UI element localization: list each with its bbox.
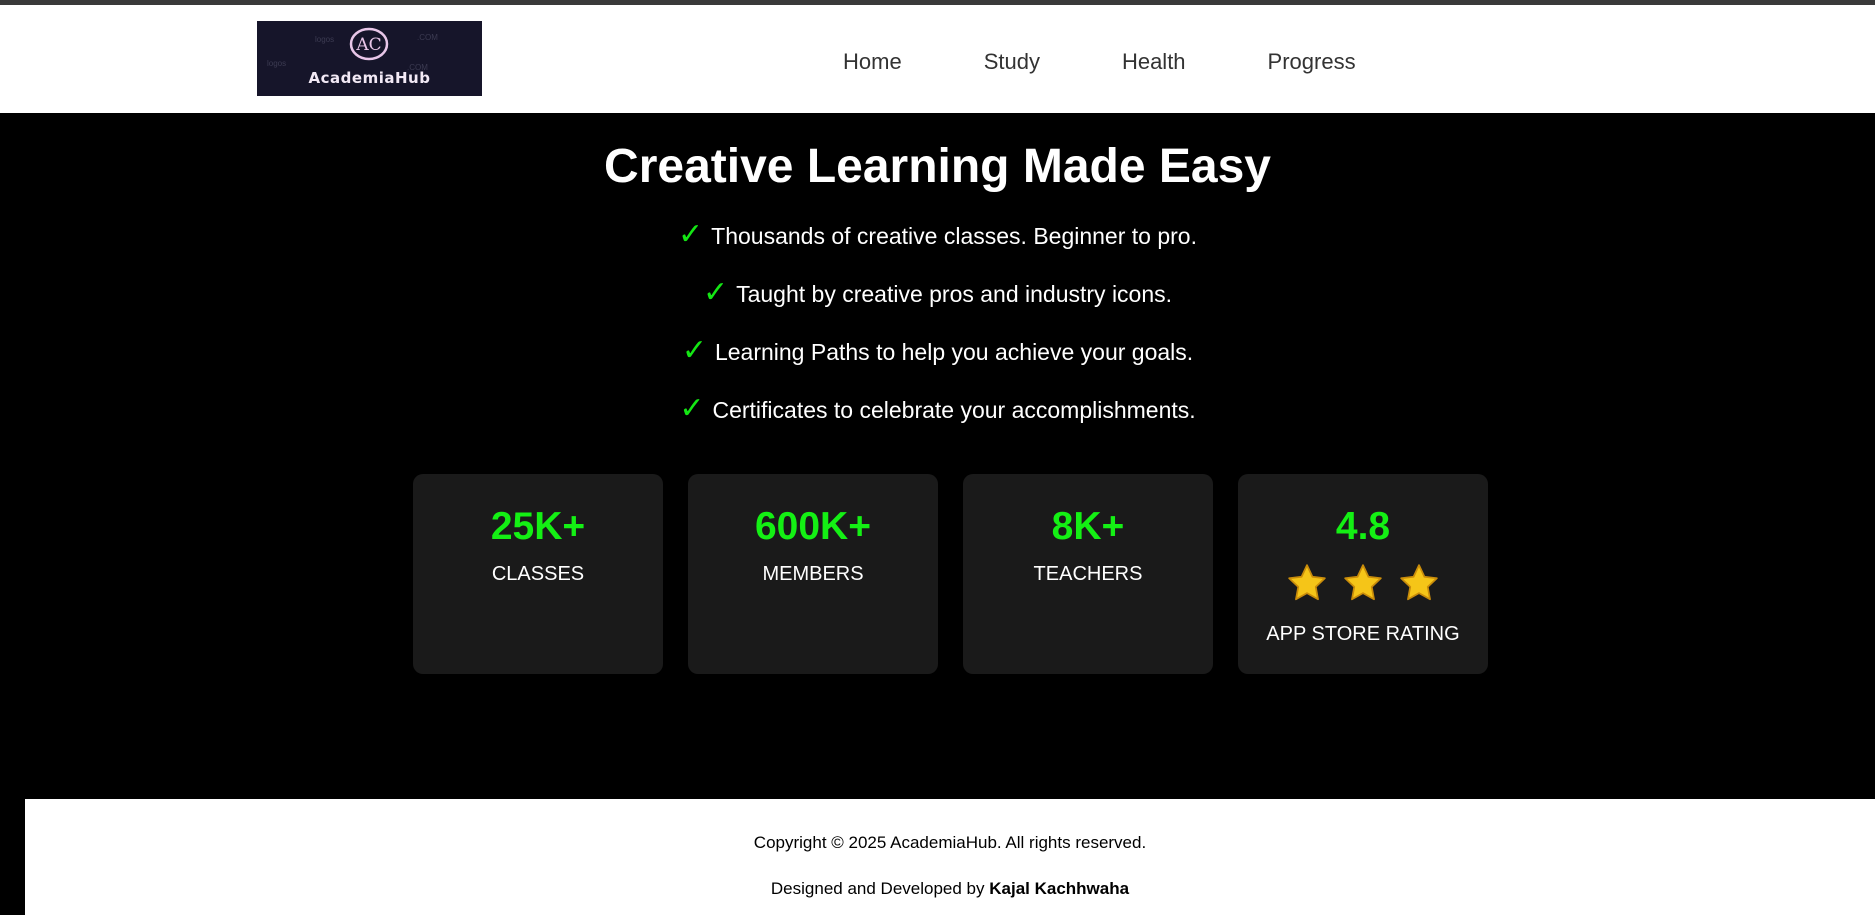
credit-line: Designed and Developed by Kajal Kachhwah… <box>25 879 1875 899</box>
stat-label: MEMBERS <box>762 563 864 585</box>
nav-home[interactable]: Home <box>843 47 902 77</box>
stat-label: CLASSES <box>491 563 585 585</box>
star-icon <box>1288 564 1326 601</box>
copyright-text: Copyright © 2025 AcademiaHub. All rights… <box>753 833 1147 852</box>
check-icon: ✓ <box>681 333 707 368</box>
nav-progress[interactable]: Progress <box>1268 47 1356 77</box>
check-icon: ✓ <box>702 275 729 310</box>
nav-study[interactable]: Study <box>984 47 1040 77</box>
main-nav: Home Study Health Progress <box>843 47 1356 77</box>
stat-value: 600K+ <box>754 505 871 548</box>
star-icon <box>1344 564 1382 601</box>
check-icon: ✓ <box>679 391 705 426</box>
credit-name: Kajal Kachhwaha <box>989 879 1130 898</box>
logo-monogram: AC <box>355 35 381 55</box>
logo-brand-text: AcademiaHub <box>308 69 431 87</box>
stat-value: 25K+ <box>490 505 586 548</box>
feature-item: ✓ Thousands of creative classes. Beginner… <box>0 218 1875 276</box>
logo-watermark: logos <box>315 35 335 44</box>
hero-section: Creative Learning Made Easy ✓ Thousands o… <box>0 113 1875 799</box>
feature-item: ✓ Certificates to celebrate your accompli… <box>0 392 1875 450</box>
feature-text: Thousands of creative classes. Beginner … <box>711 223 1197 249</box>
stat-value: 8K+ <box>1051 505 1125 548</box>
hero-title: Creative Learning Made Easy <box>604 140 1271 193</box>
stat-card-teachers: 8K+ TEACHERS <box>963 474 1213 674</box>
stat-value: 4.8 <box>1335 505 1391 548</box>
stat-card-members: 600K+ MEMBERS <box>688 474 938 674</box>
feature-text: Learning Paths to help you achieve your … <box>714 339 1194 365</box>
star-icon <box>1400 564 1438 601</box>
logo-watermark: logos <box>267 59 287 68</box>
stat-card-rating: 4.8 APP STORE RATING <box>1238 474 1488 674</box>
feature-text: Taught by creative pros and industry ico… <box>736 281 1173 307</box>
stat-card-classes: 25K+ CLASSES <box>413 474 663 674</box>
check-icon: ✓ <box>678 217 704 252</box>
rating-stars <box>1238 562 1488 604</box>
site-header: logos .COM logos .COM AC AcademiaHub Hom… <box>0 5 1875 113</box>
feature-item: ✓ Learning Paths to help you achieve your… <box>0 334 1875 392</box>
feature-item: ✓ Taught by creative pros and industry ic… <box>0 276 1875 334</box>
stat-label: TEACHERS <box>1033 563 1143 585</box>
stat-label: APP STORE RATING <box>1266 623 1460 645</box>
nav-health[interactable]: Health <box>1122 47 1186 77</box>
logo-watermark: .COM <box>417 33 438 42</box>
feature-list: ✓ Thousands of creative classes. Beginner… <box>0 218 1875 450</box>
logo-emblem-icon: AC <box>349 27 389 61</box>
stats-row: 25K+ CLASSES 600K+ MEMBERS 8K+ TEACHERS … <box>413 474 1488 674</box>
credit-prefix: Designed and Developed by <box>770 879 985 898</box>
site-logo[interactable]: logos .COM logos .COM AC AcademiaHub <box>257 21 482 96</box>
feature-text: Certificates to celebrate your accomplis… <box>712 397 1196 423</box>
site-footer: Copyright © 2025 AcademiaHub. All rights… <box>25 799 1875 915</box>
